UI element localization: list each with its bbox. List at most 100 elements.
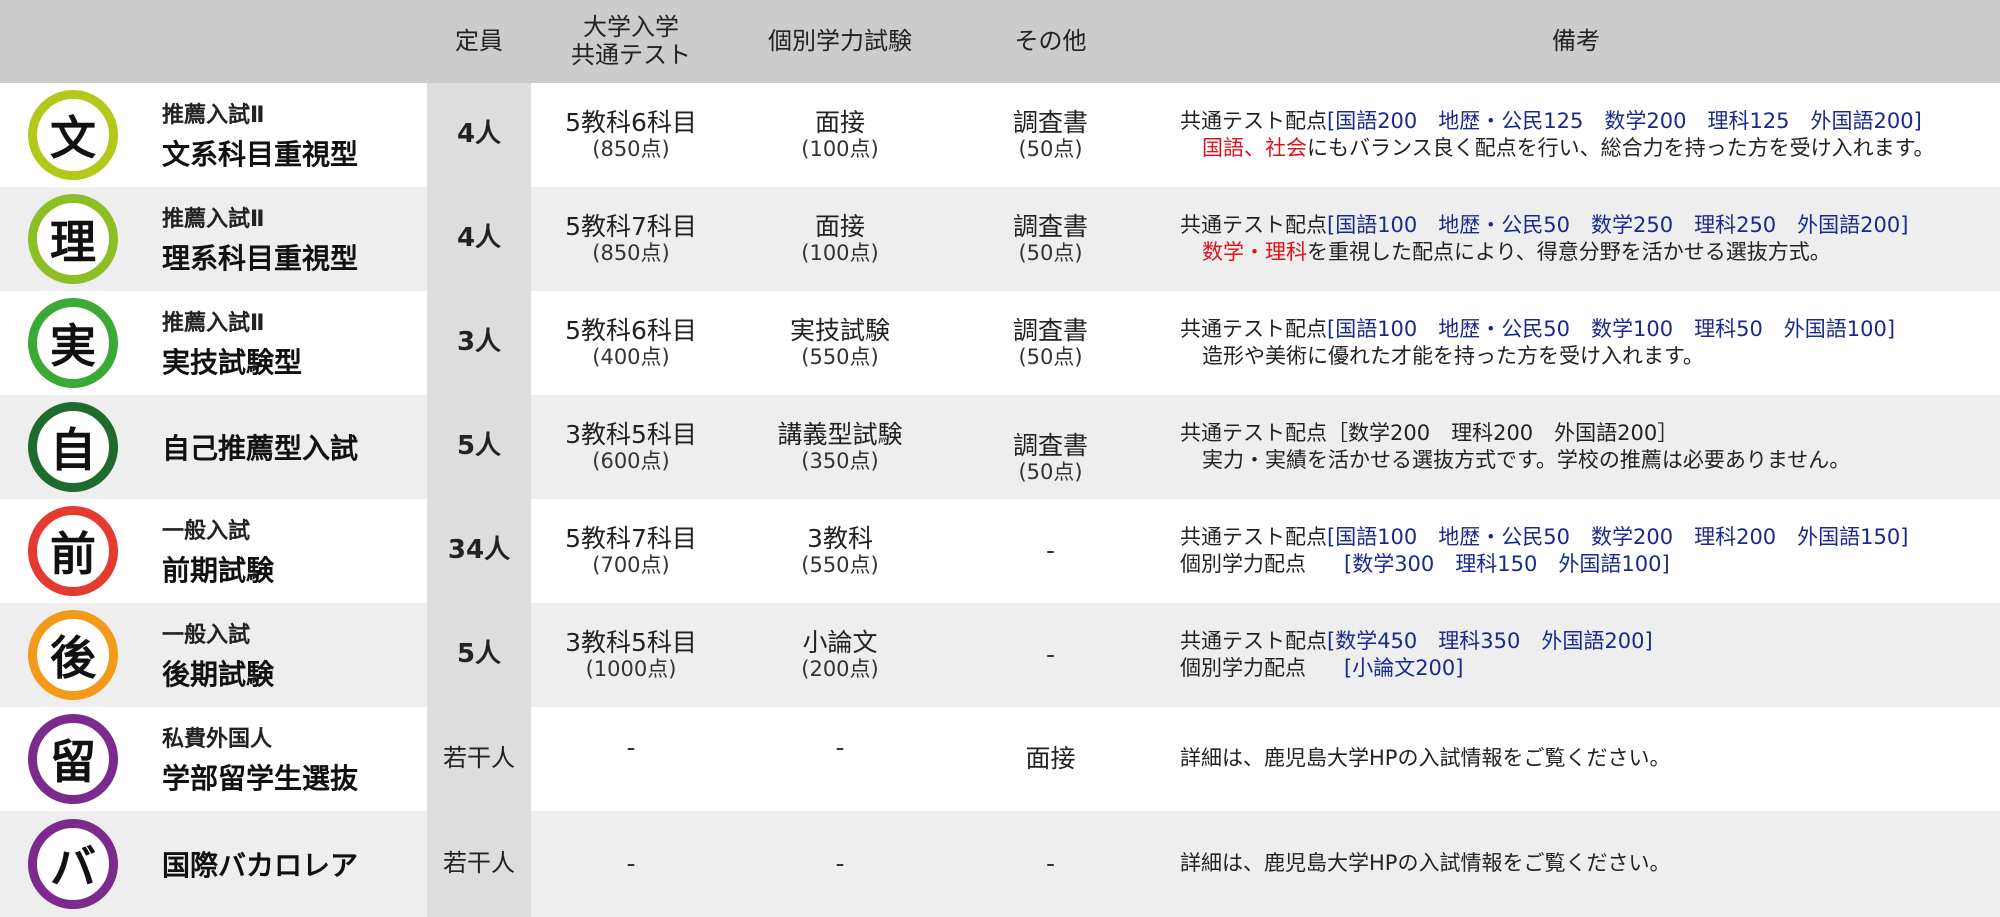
other-sub: (50点): [1018, 137, 1083, 162]
note-label: 共通テスト配点: [1180, 628, 1327, 653]
common-sub: (1000点): [585, 657, 677, 682]
common-test-cell: 5教科7科目 (700点): [531, 499, 731, 603]
row-big-label: 文系科目重視型: [162, 138, 359, 171]
header-common-test: 大学入学 共通テスト: [531, 0, 731, 83]
individual-main: 面接: [814, 107, 865, 137]
common-test-cell: 3教科5科目 (1000点): [531, 603, 731, 707]
other-cell: -: [949, 811, 1152, 917]
row-big-label: 実技試験型: [162, 346, 303, 379]
row-name-baccalaureate: バ 国際バカロレア: [0, 811, 427, 917]
remarks-cell: 共通テスト配点[国語100 地歴・公民50 数学250 理科250 外国語200…: [1152, 187, 2000, 291]
individual-sub: (100点): [801, 137, 879, 162]
individual-main: 講義型試験: [777, 419, 903, 449]
row-name-kouki: 後 一般入試 後期試験: [0, 603, 427, 707]
common-main: 5教科6科目: [565, 107, 697, 137]
header-common-test-line2: 共通テスト: [571, 40, 691, 69]
note-line1: 共通テスト配点［数学200 理科200 外国語200］: [1180, 420, 1679, 445]
common-test-cell: 5教科6科目 (400点): [531, 291, 731, 395]
individual-cell: 講義型試験 (350点): [731, 395, 949, 499]
note-label: 共通テスト配点: [1180, 108, 1327, 133]
row-name-jiko: 自 自己推薦型入試: [0, 395, 427, 499]
badge-zen-icon: 前: [28, 506, 118, 596]
row-big-label: 前期試験: [162, 554, 275, 587]
common-test-cell: 5教科6科目 (850点): [531, 83, 731, 187]
header-remarks: 備考: [1152, 0, 2000, 83]
common-sub: (700点): [592, 553, 670, 578]
note-line1: 詳細は、鹿児島大学HPの入試情報をご覧ください。: [1180, 746, 1671, 771]
row-big-label: 後期試験: [162, 658, 275, 691]
other-cell: 調査書 (50点): [949, 291, 1152, 395]
note-line2: 造形や美術に優れた才能を持った方を受け入れます。: [1202, 344, 1704, 368]
header-individual: 個別学力試験: [731, 0, 949, 83]
note-label: 共通テスト配点: [1180, 212, 1327, 237]
row-big-label: 学部留学生選抜: [162, 762, 359, 795]
note-label: 共通テスト配点: [1180, 524, 1327, 549]
remarks-cell: 共通テスト配点[国語100 地歴・公民50 数学100 理科50 外国語100]…: [1152, 291, 2000, 395]
remarks-cell: 共通テスト配点［数学200 理科200 外国語200］ 実力・実績を活かせる選抜…: [1152, 395, 2000, 499]
note-rest: にもバランス良く配点を行い、総合力を持った方を受け入れます。: [1307, 136, 1935, 160]
row-big-label: 自己推薦型入試: [162, 432, 359, 465]
badge-ryu-icon: 留: [28, 714, 118, 804]
capacity-cell: 5人: [427, 603, 531, 707]
note-scores: [国語100 地歴・公民50 数学250 理科250 外国語200]: [1327, 212, 1909, 237]
badge-go-icon: 後: [28, 610, 118, 700]
capacity-cell: 4人: [427, 187, 531, 291]
note-line2: 実力・実績を活かせる選抜方式です。学校の推薦は必要ありません。: [1202, 448, 1851, 472]
row-name-zenki: 前 一般入試 前期試験: [0, 499, 427, 603]
individual-sub: (100点): [801, 241, 879, 266]
common-test-cell: 3教科5科目 (600点): [531, 395, 731, 499]
note-rest: を重視した配点により、得意分野を活かせる選抜方式。: [1307, 240, 1831, 264]
badge-ba-icon: バ: [28, 819, 118, 909]
note-emphasis: 数学・理科: [1202, 240, 1307, 264]
common-sub: (400点): [592, 345, 670, 370]
common-test-cell: -: [531, 707, 731, 811]
other-main: 調査書: [1012, 430, 1088, 460]
row-small-label: 推薦入試Ⅱ: [162, 311, 265, 336]
note-scores: [国語100 地歴・公民50 数学200 理科200 外国語150]: [1327, 524, 1909, 549]
remarks-cell: 共通テスト配点[国語100 地歴・公民50 数学200 理科200 外国語150…: [1152, 499, 2000, 603]
row-name-rikei: 理 推薦入試Ⅱ 理系科目重視型: [0, 187, 427, 291]
note-label2: 個別学力配点: [1180, 552, 1306, 576]
other-main: 調査書: [1012, 107, 1088, 137]
remarks-cell: 詳細は、鹿児島大学HPの入試情報をご覧ください。: [1152, 811, 2000, 917]
other-cell: 調査書 (50点): [949, 83, 1152, 187]
capacity-cell: 34人: [427, 499, 531, 603]
badge-ji-icon: 自: [28, 402, 118, 492]
badge-jitsu-icon: 実: [28, 298, 118, 388]
common-sub: (850点): [592, 241, 670, 266]
individual-cell: 面接 (100点): [731, 187, 949, 291]
other-main: 調査書: [1012, 211, 1088, 241]
individual-cell: -: [731, 811, 949, 917]
admissions-table: 定員 大学入学 共通テスト 個別学力試験 その他 備考 文 推薦入試Ⅱ 文系科目重…: [0, 0, 2000, 917]
capacity-cell: 若干人: [427, 811, 531, 917]
capacity-cell: 5人: [427, 395, 531, 499]
note-label: 共通テスト配点: [1180, 316, 1327, 341]
capacity-cell: 4人: [427, 83, 531, 187]
common-sub: (850点): [592, 137, 670, 162]
note-scores: [国語100 地歴・公民50 数学100 理科50 外国語100]: [1327, 316, 1896, 341]
other-sub: (50点): [1018, 345, 1083, 370]
other-sub: (50点): [1018, 460, 1083, 485]
common-main: 3教科5科目: [565, 627, 697, 657]
individual-cell: 実技試験 (550点): [731, 291, 949, 395]
common-main: 5教科6科目: [565, 315, 697, 345]
individual-main: 面接: [814, 211, 865, 241]
other-cell: -: [949, 603, 1152, 707]
row-name-jitsugi: 実 推薦入試Ⅱ 実技試験型: [0, 291, 427, 395]
note-scores2: [小論文200]: [1344, 656, 1464, 680]
other-cell: -: [949, 499, 1152, 603]
common-main: 3教科5科目: [565, 419, 697, 449]
individual-cell: 面接 (100点): [731, 83, 949, 187]
note-line1: 詳細は、鹿児島大学HPの入試情報をご覧ください。: [1180, 851, 1671, 876]
other-cell: 調査書 (50点): [949, 187, 1152, 291]
capacity-cell: 3人: [427, 291, 531, 395]
header-other: その他: [949, 0, 1152, 83]
badge-ri-icon: 理: [28, 194, 118, 284]
individual-sub: (550点): [801, 345, 879, 370]
individual-cell: 3教科 (550点): [731, 499, 949, 603]
common-main: 5教科7科目: [565, 211, 697, 241]
individual-sub: (200点): [801, 657, 879, 682]
row-small-label: 私費外国人: [162, 727, 273, 752]
common-sub: (600点): [592, 449, 670, 474]
individual-sub: (350点): [801, 449, 879, 474]
